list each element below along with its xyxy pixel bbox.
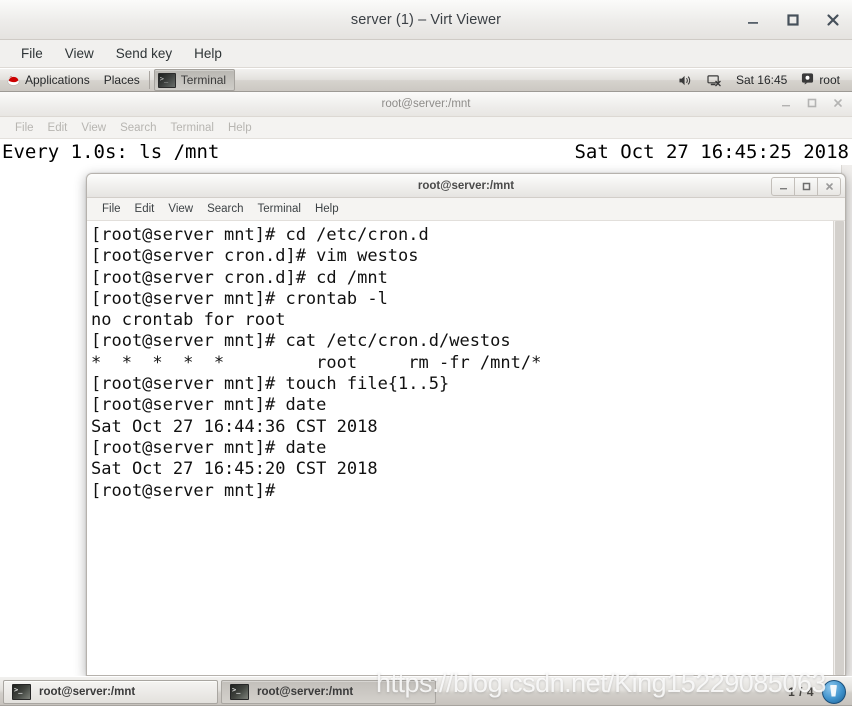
fg-menu-view[interactable]: View (161, 202, 200, 216)
redhat-logo-icon (7, 74, 20, 87)
foreground-terminal-scrollbar[interactable] (833, 221, 845, 675)
bg-menu-file[interactable]: File (8, 122, 41, 134)
foreground-terminal-window-controls (771, 177, 841, 196)
terminal-icon (230, 683, 249, 700)
terminal-line: no crontab for root (91, 310, 286, 331)
close-icon[interactable] (824, 11, 842, 29)
fg-menu-terminal[interactable]: Terminal (251, 202, 308, 216)
fg-maximize-icon[interactable] (794, 177, 818, 196)
panel-clock[interactable]: Sat 16:45 (730, 69, 793, 91)
bg-menu-terminal[interactable]: Terminal (164, 122, 221, 134)
bg-menu-search[interactable]: Search (113, 122, 163, 134)
gnome-bottom-panel: root@server:/mnt root@server:/mnt 1 / 4 (0, 676, 852, 706)
viewer-menu-send-key[interactable]: Send key (105, 44, 183, 63)
fg-menu-search[interactable]: Search (200, 202, 250, 216)
terminal-line: [root@server mnt]# (91, 480, 276, 501)
trash-icon[interactable] (822, 679, 846, 704)
foreground-terminal-window[interactable]: root@server:/mnt File Edit View Search T… (86, 173, 846, 676)
maximize-icon[interactable] (784, 11, 802, 29)
fg-close-icon[interactable] (817, 177, 841, 196)
fg-menu-edit[interactable]: Edit (128, 202, 162, 216)
bg-menu-view[interactable]: View (74, 122, 113, 134)
taskbar-window-label: root@server:/mnt (39, 685, 136, 698)
background-close-icon[interactable] (832, 96, 844, 114)
gnome-top-panel: Applications Places Terminal (0, 68, 852, 92)
viewer-menubar: File View Send key Help (0, 40, 852, 68)
foreground-terminal-output[interactable]: [root@server mnt]# cd /etc/cron.d [root@… (87, 221, 834, 675)
background-terminal-menubar: File Edit View Search Terminal Help (0, 117, 852, 139)
network-disconnected-icon[interactable] (701, 69, 728, 91)
taskbar-window-item-2[interactable]: root@server:/mnt (221, 679, 436, 704)
places-menu[interactable]: Places (97, 69, 147, 91)
panel-separator (148, 71, 150, 89)
watch-timestamp: Sat Oct 27 16:45:25 2018 (574, 141, 849, 163)
taskbar-window-label: root@server:/mnt (257, 685, 354, 698)
viewer-menu-help[interactable]: Help (183, 44, 233, 63)
user-icon (801, 72, 814, 88)
user-label: root (819, 73, 840, 87)
background-minimize-icon[interactable] (780, 96, 792, 114)
bg-menu-edit[interactable]: Edit (41, 122, 75, 134)
terminal-icon (157, 72, 176, 88)
viewer-window-controls (744, 0, 842, 40)
places-label: Places (103, 73, 140, 87)
background-terminal-window-controls (780, 92, 844, 117)
terminal-line: [root@server mnt]# date (91, 437, 327, 458)
background-terminal-titlebar: root@server:/mnt (0, 92, 852, 117)
terminal-line: [root@server mnt]# touch file{1..5} (91, 374, 450, 395)
scrollbar-thumb[interactable] (835, 221, 844, 675)
terminal-line: [root@server mnt]# date (91, 395, 327, 416)
viewer-menu-view[interactable]: View (54, 44, 105, 63)
terminal-line: [root@server mnt]# cat /etc/cron.d/westo… (91, 331, 511, 352)
terminal-line: [root@server mnt]# cd /etc/cron.d (91, 225, 429, 245)
terminal-line: [root@server cron.d]# cd /mnt (91, 267, 388, 288)
workspace-switcher[interactable]: 1 / 4 (788, 685, 814, 699)
viewer-menu-file[interactable]: File (10, 44, 54, 63)
foreground-terminal-titlebar[interactable]: root@server:/mnt (87, 174, 845, 198)
viewer-title: server (1) – Virt Viewer (350, 12, 502, 28)
minimize-icon[interactable] (744, 11, 762, 29)
panel-left-group: Applications Places Terminal (0, 68, 236, 92)
terminal-line: * * * * * root rm -fr /mnt/* (91, 352, 542, 373)
applications-menu[interactable]: Applications (0, 69, 97, 91)
bg-menu-help[interactable]: Help (221, 122, 259, 134)
panel-window-button-terminal[interactable]: Terminal (153, 69, 236, 91)
background-terminal-title: root@server:/mnt (381, 98, 471, 110)
watch-header: Every 1.0s: ls /mnt Sat Oct 27 16:45:25 … (0, 139, 852, 165)
terminal-line: [root@server cron.d]# vim westos (91, 246, 419, 267)
fg-minimize-icon[interactable] (771, 177, 795, 196)
terminal-line: Sat Oct 27 16:44:36 CST 2018 (91, 416, 378, 437)
panel-status-area: Sat 16:45 root (672, 69, 852, 91)
virt-viewer-window: server (1) – Virt Viewer File View Send … (0, 0, 852, 706)
user-menu[interactable]: root (795, 69, 846, 91)
viewer-titlebar: server (1) – Virt Viewer (0, 0, 852, 40)
panel-window-label: Terminal (180, 73, 227, 87)
foreground-terminal-title: root@server:/mnt (417, 180, 515, 192)
taskbar-window-item-1[interactable]: root@server:/mnt (3, 679, 218, 704)
terminal-icon (12, 683, 31, 700)
foreground-terminal-menubar: File Edit View Search Terminal Help (87, 198, 845, 221)
terminal-line: [root@server mnt]# crontab -l (91, 288, 388, 309)
watch-command: Every 1.0s: ls /mnt (2, 141, 220, 163)
taskbar-right-group: 1 / 4 (788, 679, 852, 704)
fg-menu-help[interactable]: Help (308, 202, 346, 216)
fg-menu-file[interactable]: File (95, 202, 128, 216)
applications-label: Applications (25, 73, 90, 87)
terminal-line: Sat Oct 27 16:45:20 CST 2018 (91, 459, 378, 480)
volume-icon[interactable] (672, 69, 699, 91)
background-maximize-icon[interactable] (806, 96, 818, 114)
clock-label: Sat 16:45 (735, 73, 788, 87)
